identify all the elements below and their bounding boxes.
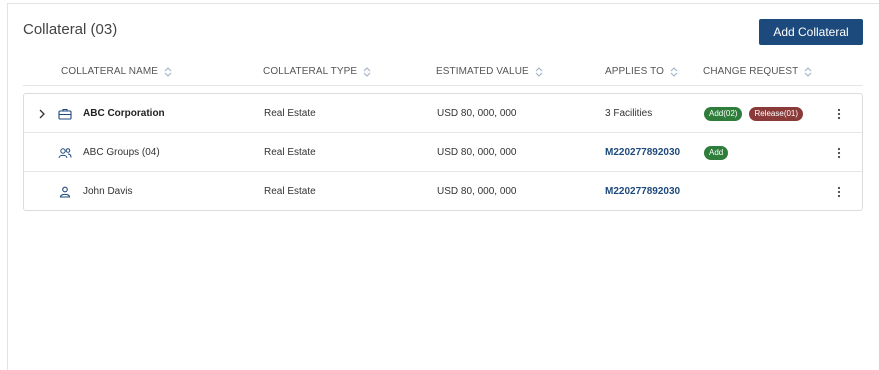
person-icon bbox=[58, 172, 72, 211]
sort-icon[interactable] bbox=[363, 66, 371, 77]
expand-chevron-icon[interactable] bbox=[38, 94, 46, 133]
column-header-collateral-type[interactable]: COLLATERAL TYPE bbox=[263, 66, 371, 77]
column-header-applies-to[interactable]: APPLIES TO bbox=[605, 66, 678, 77]
column-header-estimated-value[interactable]: ESTIMATED VALUE bbox=[436, 66, 543, 77]
table-row[interactable]: ABC Corporation Real Estate USD 80, 000,… bbox=[24, 94, 862, 133]
applies-to-link[interactable]: M220277892030 bbox=[605, 172, 680, 211]
applies-to: 3 Facilities bbox=[605, 108, 653, 119]
sort-icon[interactable] bbox=[164, 66, 172, 77]
column-label: COLLATERAL TYPE bbox=[263, 66, 358, 77]
collateral-panel: Collateral (03) Add Collateral COLLATERA… bbox=[7, 3, 879, 370]
estimated-value: USD 80, 000, 000 bbox=[437, 108, 517, 119]
add-collateral-button[interactable]: Add Collateral bbox=[759, 19, 863, 45]
table-header: COLLATERAL NAME COLLATERAL TYPE ESTIMATE… bbox=[23, 60, 863, 86]
add-badge[interactable]: Add bbox=[704, 145, 729, 160]
collateral-name[interactable]: ABC Corporation bbox=[83, 94, 165, 133]
more-options-icon[interactable] bbox=[834, 94, 844, 133]
change-request: Add(02) Release(01) bbox=[704, 94, 804, 133]
collateral-table: ABC Corporation Real Estate USD 80, 000,… bbox=[23, 93, 863, 211]
column-header-change-request[interactable]: CHANGE REQUEST bbox=[703, 66, 812, 77]
column-label: ESTIMATED VALUE bbox=[436, 66, 529, 77]
estimated-value: USD 80, 000, 000 bbox=[437, 147, 517, 158]
table-row[interactable]: John Davis Real Estate USD 80, 000, 000 … bbox=[24, 172, 862, 211]
change-request: Add bbox=[704, 133, 729, 172]
sort-icon[interactable] bbox=[804, 66, 812, 77]
collateral-name[interactable]: John Davis bbox=[83, 172, 132, 211]
add-badge[interactable]: Add(02) bbox=[704, 106, 743, 121]
group-icon bbox=[58, 133, 72, 172]
column-label: APPLIES TO bbox=[605, 66, 664, 77]
column-label: COLLATERAL NAME bbox=[61, 66, 159, 77]
release-badge[interactable]: Release(01) bbox=[749, 106, 804, 121]
collateral-type: Real Estate bbox=[264, 108, 316, 119]
collateral-name[interactable]: ABC Groups (04) bbox=[83, 133, 160, 172]
sort-icon[interactable] bbox=[670, 66, 678, 77]
column-header-collateral-name[interactable]: COLLATERAL NAME bbox=[61, 66, 172, 77]
collateral-type: Real Estate bbox=[264, 186, 316, 197]
estimated-value: USD 80, 000, 000 bbox=[437, 186, 517, 197]
more-options-icon[interactable] bbox=[834, 133, 844, 172]
sort-icon[interactable] bbox=[535, 66, 543, 77]
page-title: Collateral (03) bbox=[23, 21, 118, 38]
more-options-icon[interactable] bbox=[834, 172, 844, 211]
column-label: CHANGE REQUEST bbox=[703, 66, 799, 77]
collateral-type: Real Estate bbox=[264, 147, 316, 158]
applies-to-link[interactable]: M220277892030 bbox=[605, 133, 680, 172]
table-row[interactable]: ABC Groups (04) Real Estate USD 80, 000,… bbox=[24, 133, 862, 172]
briefcase-icon bbox=[58, 94, 72, 133]
